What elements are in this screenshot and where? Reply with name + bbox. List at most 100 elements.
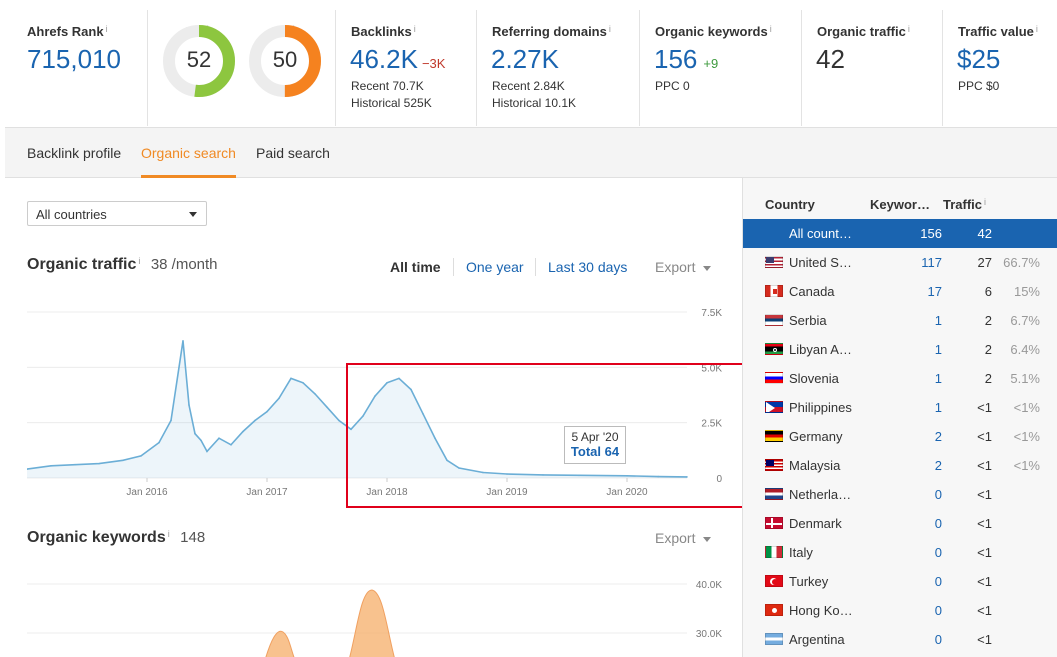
- country-row[interactable]: Libyan A… 1 2 6.4%: [743, 335, 1057, 364]
- country-name: Canada: [789, 284, 835, 299]
- backlinks-value-row: 46.2K −3K: [350, 44, 445, 75]
- country-row[interactable]: Italy 0 <1: [743, 538, 1057, 567]
- country-row[interactable]: Netherla… 0 <1: [743, 480, 1057, 509]
- country-row[interactable]: Slovenia 1 2 5.1%: [743, 364, 1057, 393]
- data-point: [182, 339, 184, 342]
- organic-keywords-title: Organic keywords i: [27, 529, 170, 546]
- country-traffic: 42: [977, 226, 992, 241]
- country-traffic: 2: [984, 342, 992, 357]
- country-row[interactable]: Argentina 0 <1: [743, 625, 1057, 654]
- tab-paid-search[interactable]: Paid search: [256, 145, 330, 161]
- data-point: [206, 450, 208, 453]
- divider: [639, 10, 640, 126]
- country-keywords[interactable]: 0: [935, 516, 942, 531]
- referring-domains-historical: Historical 10.1K: [492, 96, 577, 110]
- highlight-box: [346, 363, 748, 508]
- country-keywords[interactable]: 1: [935, 371, 942, 386]
- referring-domains-label: Referring domains i: [492, 24, 611, 39]
- divider: [801, 10, 802, 126]
- organic-traffic-value: 42: [816, 44, 845, 74]
- country-row[interactable]: United S… 117 27 66.7%: [743, 248, 1057, 277]
- export-keywords-button[interactable]: Export: [655, 530, 712, 546]
- country-name: All count…: [789, 226, 852, 241]
- country-keywords[interactable]: 0: [935, 603, 942, 618]
- data-point: [290, 377, 292, 380]
- country-row[interactable]: Philippines 1 <1 <1%: [743, 393, 1057, 422]
- export-traffic-button[interactable]: Export: [655, 259, 712, 275]
- referring-domains-value[interactable]: 2.27K: [491, 44, 559, 75]
- divider: [535, 258, 536, 276]
- data-point: [158, 441, 160, 444]
- traffic-value-ppc: PPC $0: [958, 79, 1000, 93]
- country-row[interactable]: Hong Ko… 0 <1: [743, 596, 1057, 625]
- country-name: Germany: [789, 429, 843, 444]
- country-keywords[interactable]: 1: [935, 400, 942, 415]
- data-point: [122, 459, 124, 462]
- data-point: [254, 419, 256, 422]
- data-point: [218, 437, 220, 439]
- country-row[interactable]: Germany 2 <1 <1%: [743, 422, 1057, 451]
- country-row[interactable]: Turkey 0 <1: [743, 567, 1057, 596]
- flag-my-icon: [765, 459, 783, 471]
- flag-it-icon: [765, 546, 783, 558]
- country-row[interactable]: Canada 17 6 15%: [743, 277, 1057, 306]
- country-keywords[interactable]: 17: [928, 284, 942, 299]
- organic-keywords-ppc: PPC 0: [655, 79, 690, 93]
- tab-organic-search[interactable]: Organic search: [141, 145, 236, 161]
- organic-keywords-chart[interactable]: 40.0K 30.0K: [27, 570, 727, 657]
- chevron-down-icon: [703, 265, 712, 271]
- divider: [335, 10, 336, 126]
- time-range-one-year[interactable]: One year: [466, 259, 524, 275]
- organic-traffic-count: 38 /month: [150, 256, 218, 273]
- country-keywords[interactable]: 117: [921, 255, 942, 270]
- flag-ca-icon: [765, 285, 783, 297]
- backlinks-delta: −3K: [421, 56, 446, 71]
- country-row[interactable]: Denmark 0 <1: [743, 509, 1057, 538]
- chevron-down-icon: [703, 536, 712, 542]
- country-row[interactable]: Malaysia 2 <1 <1%: [743, 451, 1057, 480]
- traffic-column-header[interactable]: Traffic i: [943, 197, 986, 212]
- dr-value: 50: [272, 47, 298, 72]
- country-keywords[interactable]: 0: [935, 487, 942, 502]
- country-traffic-share: <1%: [1013, 458, 1040, 473]
- country-keywords[interactable]: 2: [935, 458, 942, 473]
- country-column-header[interactable]: Country: [765, 197, 815, 212]
- country-name: Turkey: [789, 574, 829, 589]
- data-point: [338, 419, 340, 422]
- tooltip-date: 5 Apr '20: [571, 430, 619, 444]
- organic-traffic-label: Organic traffic i: [817, 24, 910, 39]
- country-name: Italy: [789, 545, 813, 560]
- country-keywords[interactable]: 0: [935, 632, 942, 647]
- traffic-value-value: $25: [957, 44, 1001, 74]
- country-keywords[interactable]: 1: [935, 342, 942, 357]
- organic-keywords-value[interactable]: 156: [654, 44, 697, 74]
- time-range-all-time[interactable]: All time: [390, 259, 441, 275]
- country-keywords[interactable]: 1: [935, 313, 942, 328]
- flag-ly-icon: [765, 343, 783, 355]
- time-range-last-30-days[interactable]: Last 30 days: [548, 259, 627, 275]
- country-name: Libyan A…: [789, 342, 852, 357]
- country-keywords[interactable]: 0: [935, 574, 942, 589]
- active-tab-indicator: [141, 175, 236, 178]
- keywords-column-header[interactable]: Keywor…: [870, 197, 930, 212]
- data-point: [188, 404, 190, 406]
- country-keywords[interactable]: 0: [935, 545, 942, 560]
- country-traffic: <1: [977, 603, 992, 618]
- data-point: [242, 430, 244, 433]
- country-keywords[interactable]: 2: [935, 429, 942, 444]
- country-traffic-share: 15%: [1013, 284, 1040, 299]
- keywords-peak: [349, 589, 395, 657]
- divider: [476, 10, 477, 126]
- country-traffic: 6: [984, 284, 992, 299]
- country-traffic-share: 6.4%: [1010, 342, 1040, 357]
- country-row[interactable]: Serbia 1 2 6.7%: [743, 306, 1057, 335]
- chevron-down-icon: [189, 212, 197, 217]
- country-traffic: 27: [977, 255, 992, 270]
- tab-backlink-profile[interactable]: Backlink profile: [27, 145, 121, 161]
- country-row[interactable]: All count… 156 42: [743, 219, 1057, 248]
- divider: [147, 10, 148, 126]
- country-traffic: 2: [984, 371, 992, 386]
- country-keywords[interactable]: 156: [920, 226, 942, 241]
- country-filter-select[interactable]: All countries: [27, 201, 207, 226]
- backlinks-value[interactable]: 46.2K: [350, 44, 418, 74]
